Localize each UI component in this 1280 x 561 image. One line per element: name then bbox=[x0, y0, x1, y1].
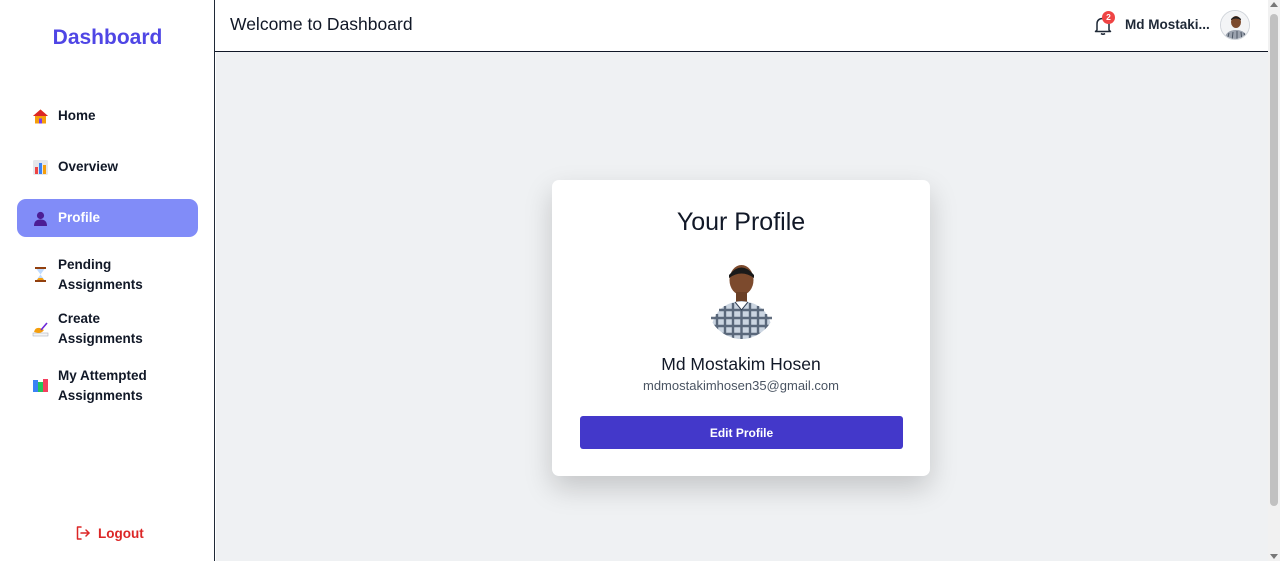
sidebar-item-label: Profile bbox=[58, 210, 101, 225]
sidebar-item-label: My Attempted Assignments bbox=[58, 366, 147, 406]
sidebar-item-label-line2: Assignments bbox=[58, 276, 143, 292]
sidebar-item-label: Overview bbox=[58, 159, 119, 174]
edit-profile-button[interactable]: Edit Profile bbox=[580, 416, 903, 449]
sidebar-item-create-assignments[interactable]: Create Assignments bbox=[17, 310, 198, 348]
profile-card: Your Profile Md Mostakim Hosen mdmostaki… bbox=[552, 180, 930, 476]
house-icon bbox=[32, 108, 49, 125]
bell-icon bbox=[1092, 17, 1114, 40]
page-scrollbar[interactable] bbox=[1268, 0, 1280, 561]
sidebar-item-label-line2: Assignments bbox=[58, 387, 143, 403]
writing-hand-icon bbox=[32, 321, 49, 338]
sidebar-nav: Home Overview Profile Pending Assignment… bbox=[17, 97, 198, 421]
sidebar-item-label: Home bbox=[58, 108, 96, 123]
sidebar-item-home[interactable]: Home bbox=[17, 97, 198, 135]
profile-email: mdmostakimhosen35@gmail.com bbox=[643, 378, 839, 393]
top-header: Welcome to Dashboard 2 Md Mostaki... bbox=[215, 0, 1268, 52]
scrollbar-thumb[interactable] bbox=[1270, 14, 1278, 506]
avatar[interactable] bbox=[1220, 10, 1250, 40]
logout-button[interactable]: Logout bbox=[75, 525, 144, 541]
bar-chart-icon bbox=[32, 159, 49, 176]
sidebar-item-label: Create Assignments bbox=[58, 311, 143, 346]
page-title: Welcome to Dashboard bbox=[230, 14, 413, 34]
logout-icon bbox=[75, 525, 91, 541]
sidebar-item-label-line1: Pending bbox=[58, 256, 112, 272]
sidebar: Dashboard Home Overview Profile Pending … bbox=[0, 0, 215, 561]
sidebar-item-my-attempted-assignments[interactable]: My Attempted Assignments bbox=[17, 361, 198, 410]
notification-button[interactable]: 2 bbox=[1092, 11, 1115, 36]
user-name[interactable]: Md Mostaki... bbox=[1125, 17, 1213, 32]
scroll-up-arrow-icon[interactable] bbox=[1270, 2, 1278, 7]
sidebar-item-profile[interactable]: Profile bbox=[17, 199, 198, 237]
logout-label: Logout bbox=[98, 525, 144, 541]
profile-photo bbox=[705, 256, 778, 339]
main-content: Your Profile Md Mostakim Hosen mdmostaki… bbox=[216, 52, 1268, 561]
scroll-down-arrow-icon[interactable] bbox=[1270, 554, 1278, 559]
brand-title[interactable]: Dashboard bbox=[0, 26, 215, 50]
books-icon bbox=[32, 377, 49, 394]
hourglass-icon bbox=[32, 266, 49, 283]
notification-badge: 2 bbox=[1102, 11, 1115, 24]
person-icon bbox=[32, 210, 49, 227]
profile-card-title: Your Profile bbox=[676, 208, 806, 236]
profile-name: Md Mostakim Hosen bbox=[661, 354, 821, 374]
sidebar-item-label: Pending Assignments bbox=[58, 255, 143, 295]
sidebar-item-overview[interactable]: Overview bbox=[17, 148, 198, 186]
sidebar-item-label-line1: My Attempted bbox=[58, 367, 147, 383]
sidebar-item-pending-assignments[interactable]: Pending Assignments bbox=[17, 250, 198, 299]
